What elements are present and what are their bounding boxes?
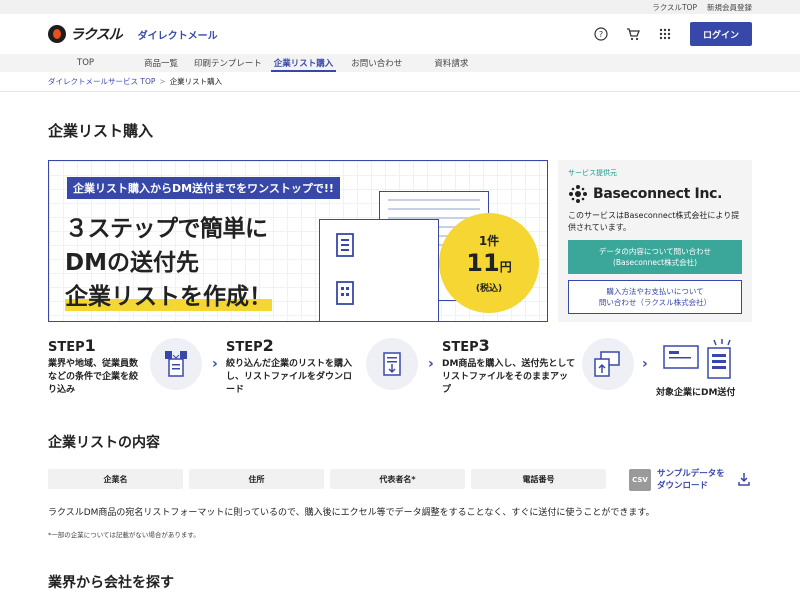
step-2: STEP2 絞り込んだ企業のリストを購入し、リストファイルをダウンロード [226, 336, 360, 397]
dm-send-icon [660, 338, 746, 386]
hero-banner: 企業リスト購入からDM送付までをワンストップで!! ３ステップで簡単に DMの送… [48, 160, 548, 322]
baseconnect-logo-icon [569, 185, 587, 203]
field-company-name: 企業名 [48, 469, 183, 489]
link-register[interactable]: 新規会員登録 [707, 2, 752, 13]
price-prefix: 1件 [478, 234, 500, 248]
provider-name: Baseconnect Inc. [593, 186, 723, 202]
step-1: STEP1 業界や地域、従業員数などの条件で企業を絞り込み [48, 336, 146, 397]
banner-headline-2: DMの送付先 [65, 250, 199, 276]
site-logo[interactable]: ラクスル ダイレクトメール [48, 24, 218, 44]
provider-description: このサービスはBaseconnect株式会社により提供されています。 [568, 211, 740, 232]
sample-download-line2: ダウンロード [657, 481, 709, 491]
download-icon[interactable] [737, 472, 751, 486]
nav-item-templates[interactable]: 印刷テンプレート [194, 54, 262, 72]
filter-documents-icon [150, 338, 202, 390]
utility-bar: ラクスルTOP 新規会員登録 [0, 0, 800, 14]
step-label: STEP [226, 340, 263, 355]
banner-headline-1: ３ステップで簡単に [65, 216, 268, 242]
data-inquiry-sub: (Baseconnect株式会社) [612, 258, 697, 267]
service-name[interactable]: ダイレクトメール [138, 27, 218, 42]
payment-inquiry-label: 購入方法やお支払いについて [606, 287, 704, 296]
nav-item-top[interactable]: TOP [77, 54, 94, 72]
upload-document-icon [582, 338, 634, 390]
field-representative: 代表者名* [330, 469, 465, 489]
site-header: ラクスル ダイレクトメール ? ログイン [0, 14, 800, 54]
logo-mark-icon [48, 25, 66, 43]
step-arrow-icon: › [212, 356, 218, 372]
help-icon[interactable]: ? [594, 27, 608, 41]
breadcrumb: ダイレクトメールサービス TOP > 企業リスト購入 [0, 72, 800, 92]
login-button[interactable]: ログイン [690, 22, 752, 46]
list-content-heading: 企業リストの内容 [48, 435, 160, 451]
sample-download-link[interactable]: サンプルデータを ダウンロード [657, 468, 725, 492]
banner-headline-3: 企業リストを作成！ [65, 277, 272, 311]
payment-inquiry-sub: 問い合わせ（ラクスル株式会社） [598, 298, 712, 307]
list-description: ラクスルDM商品の宛名リストフォーマットに則っているので、購入後にエクセル等でデ… [48, 508, 655, 518]
step-text: 業界や地域、従業員数などの条件で企業を絞り込み [48, 359, 139, 395]
main-nav: TOP 商品一覧 印刷テンプレート 企業リスト購入 お問い合わせ 資料請求 [0, 54, 800, 72]
document-illustration [319, 219, 439, 321]
industry-search-heading: 業界から会社を探す [48, 575, 174, 591]
svg-text:?: ? [599, 30, 603, 39]
step-arrow-icon: › [642, 356, 648, 372]
data-inquiry-label: データの内容について問い合わせ [598, 247, 712, 256]
final-step-label: 対象企業にDM送付 [656, 388, 736, 398]
nav-item-company-list[interactable]: 企業リスト購入 [270, 54, 336, 72]
link-raksul-top[interactable]: ラクスルTOP [652, 2, 697, 13]
provider-card: サービス提供元 Baseconnect Inc. このサービスはBaseconn… [558, 160, 752, 322]
step-text: 絞り込んだ企業のリストを購入し、リストファイルをダウンロード [226, 359, 353, 395]
nav-item-contact[interactable]: お問い合わせ [351, 54, 402, 72]
breadcrumb-separator: > [159, 77, 166, 86]
step-number: 2 [262, 336, 274, 355]
price-value: 11 [466, 249, 500, 277]
breadcrumb-parent[interactable]: ダイレクトメールサービス TOP [48, 76, 155, 87]
cart-icon[interactable] [626, 27, 640, 41]
apps-grid-icon[interactable] [658, 27, 672, 41]
step-number: 3 [478, 336, 490, 355]
step-arrow-icon: › [428, 356, 434, 372]
logo-text: ラクスル [70, 27, 123, 43]
step-label: STEP [442, 340, 479, 355]
sample-download-line1: サンプルデータを [657, 469, 725, 479]
step-3: STEP3 DM商品を購入し、送付先としてリストファイルをそのままアップ [442, 336, 576, 397]
nav-item-materials[interactable]: 資料請求 [434, 54, 468, 72]
nav-item-products[interactable]: 商品一覧 [144, 54, 178, 72]
download-document-icon [366, 338, 418, 390]
list-fields: 企業名 住所 代表者名* 電話番号 [48, 469, 606, 489]
provider-tag: サービス提供元 [568, 169, 617, 177]
csv-file-icon: CSV [629, 469, 651, 491]
step-label: STEP [48, 340, 85, 355]
page-title: 企業リスト購入 [48, 122, 154, 140]
price-tax: (税込) [475, 284, 503, 294]
data-inquiry-button[interactable]: データの内容について問い合わせ (Baseconnect株式会社) [568, 240, 742, 274]
price-unit: 円 [499, 260, 512, 274]
banner-tagline: 企業リスト購入からDM送付までをワンストップで!! [67, 177, 340, 199]
price-badge: 1件 11円 (税込) [439, 213, 539, 313]
payment-inquiry-button[interactable]: 購入方法やお支払いについて 問い合わせ（ラクスル株式会社） [568, 280, 742, 314]
list-footnote: *一部の企業については記載がない場合があります。 [48, 531, 200, 539]
step-text: DM商品を購入し、送付先としてリストファイルをそのままアップ [442, 359, 576, 395]
breadcrumb-current: 企業リスト購入 [169, 77, 223, 86]
field-address: 住所 [189, 469, 324, 489]
step-number: 1 [84, 336, 96, 355]
field-phone: 電話番号 [471, 469, 606, 489]
